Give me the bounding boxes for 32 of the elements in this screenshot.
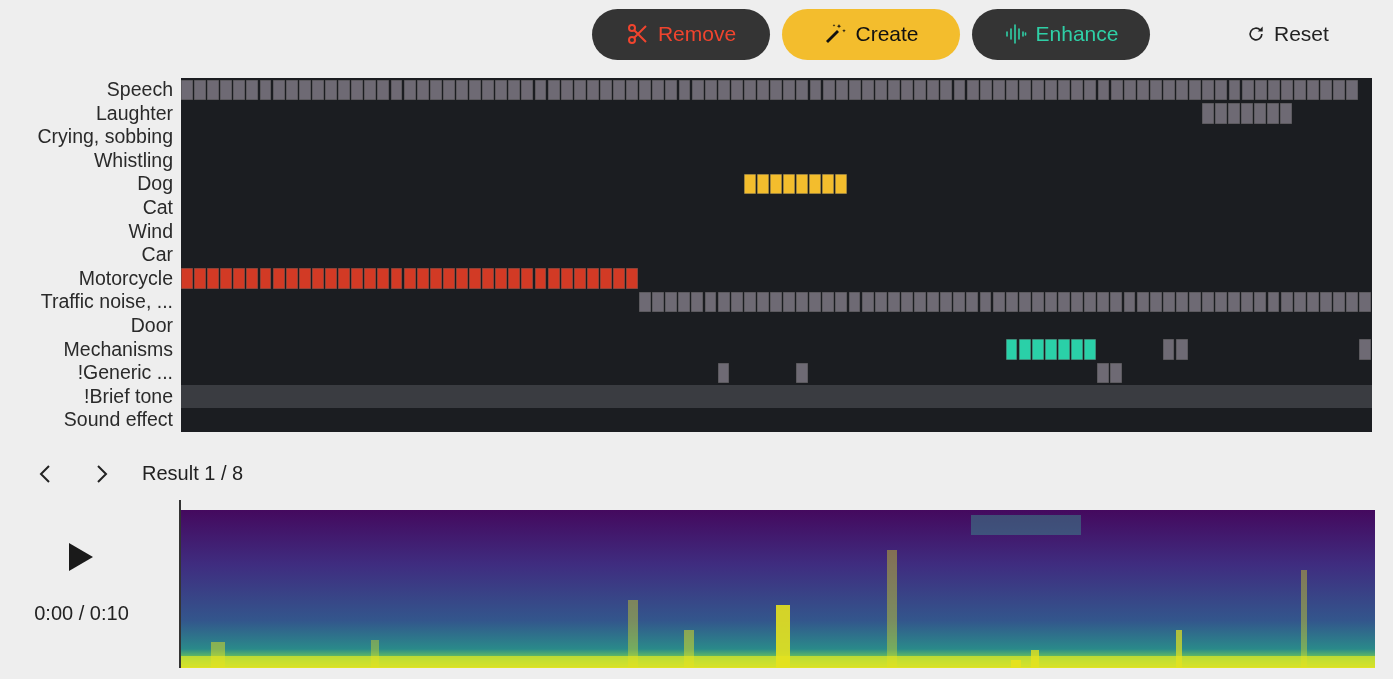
sound-class-label: Dog — [136, 172, 174, 196]
result-counter: Result 1 / 8 — [142, 462, 244, 486]
tool-button[interactable]: Enhance — [972, 8, 1150, 60]
refresh-icon — [1246, 24, 1266, 44]
scissors-icon — [625, 22, 650, 46]
sound-class-label: Crying, sobbing — [36, 125, 174, 149]
sound-class-label: Motorcycle — [77, 266, 174, 291]
playback-time: 0:00 / 0:10 — [34, 601, 129, 625]
sound-class-label: !Brief tone — [83, 384, 174, 409]
event-bar — [1097, 362, 1124, 384]
waveform-icon — [1003, 22, 1028, 46]
event-bar — [717, 362, 731, 384]
play-button[interactable] — [68, 541, 95, 572]
reset-button[interactable]: Reset — [1242, 18, 1333, 50]
chevron-left-icon — [39, 463, 51, 484]
event-bar — [1358, 339, 1372, 360]
sound-class-label: Whistling — [92, 148, 174, 173]
play-icon — [68, 542, 93, 571]
event-bar — [796, 362, 810, 384]
chevron-right-icon — [96, 463, 108, 484]
sound-class-label: Mechanisms — [62, 337, 174, 362]
sound-class-label: Cat — [141, 195, 174, 220]
sound-class-label: Laughter — [95, 101, 174, 126]
sound-class-label: Car — [140, 243, 174, 267]
sound-class-label: !Generic ... — [76, 361, 174, 385]
sound-class-label: Wind — [127, 219, 174, 244]
event-bar — [1162, 339, 1189, 360]
sound-class-label: Sound effect — [62, 408, 174, 432]
sound-class-label: Speech — [105, 78, 174, 102]
sound-class-label: Door — [129, 313, 174, 338]
tool-button[interactable]: Create — [782, 8, 960, 60]
sound-class-label: Traffic noise, ... — [39, 290, 174, 314]
